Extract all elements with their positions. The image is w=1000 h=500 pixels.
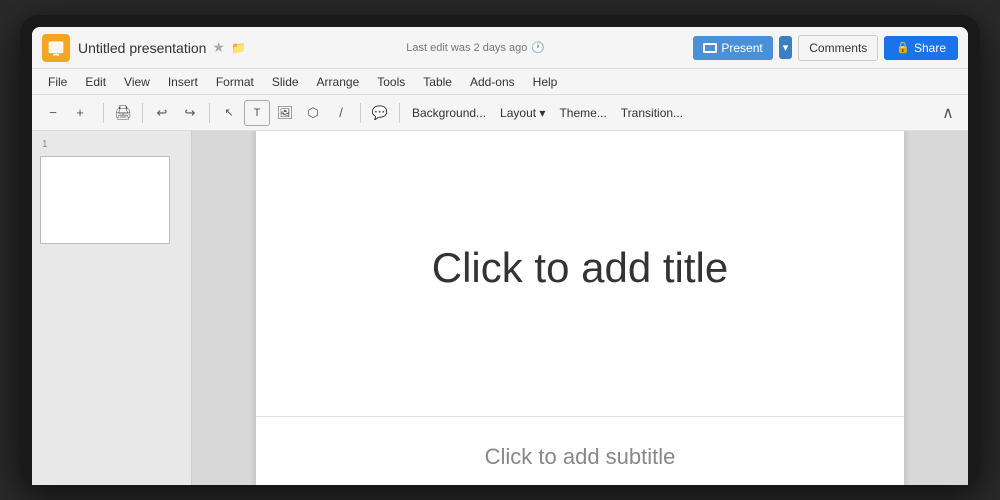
menu-view[interactable]: View: [116, 73, 158, 91]
toolbar-collapse-button[interactable]: ∧: [936, 101, 960, 125]
header-buttons: Present ▾ Comments 🔒 Share: [693, 35, 958, 61]
laptop-frame: Untitled presentation ★ 📁 Last edit was …: [20, 15, 980, 485]
present-button[interactable]: Present: [693, 36, 772, 60]
undo-button[interactable]: ↩: [149, 100, 175, 126]
menu-addons[interactable]: Add-ons: [462, 73, 523, 91]
slide-thumbnail[interactable]: [40, 156, 170, 244]
slide-number: 1: [40, 139, 183, 150]
title-icons: ★ 📁: [212, 39, 246, 56]
menu-slide[interactable]: Slide: [264, 73, 307, 91]
screen: Untitled presentation ★ 📁 Last edit was …: [32, 27, 968, 485]
presentation-title: Untitled presentation: [78, 40, 206, 56]
background-button[interactable]: Background...: [406, 100, 492, 126]
slide-panel: 1: [32, 131, 192, 485]
shape-button[interactable]: ⬡: [300, 100, 326, 126]
zoom-in-button[interactable]: +: [67, 100, 93, 126]
slide-title-area[interactable]: Click to add title: [256, 131, 904, 417]
menu-table[interactable]: Table: [415, 73, 460, 91]
slide-title-placeholder[interactable]: Click to add title: [432, 244, 728, 292]
slide-canvas[interactable]: Click to add title Click to add subtitle: [255, 131, 905, 485]
sep4: [360, 103, 361, 123]
menu-file[interactable]: File: [40, 73, 75, 91]
title-bar: Untitled presentation ★ 📁 Last edit was …: [32, 27, 968, 69]
lock-icon: 🔒: [896, 41, 910, 54]
transition-button[interactable]: Transition...: [615, 100, 689, 126]
select-button[interactable]: ↖: [216, 100, 242, 126]
menu-tools[interactable]: Tools: [369, 73, 413, 91]
toolbar: − + 🖨 ↩ ↪ ↖ T 🖼 ⬡ / 💬 Background... Layo…: [32, 95, 968, 131]
print-button[interactable]: 🖨: [110, 100, 136, 126]
slides-icon: [47, 39, 65, 57]
folder-icon[interactable]: 📁: [231, 41, 246, 55]
present-dropdown-button[interactable]: ▾: [779, 36, 793, 59]
slide-subtitle-placeholder[interactable]: Click to add subtitle: [485, 444, 676, 470]
sep2: [142, 103, 143, 123]
share-button[interactable]: 🔒 Share: [884, 36, 958, 60]
slide-subtitle-area[interactable]: Click to add subtitle: [256, 417, 904, 485]
menu-insert[interactable]: Insert: [160, 73, 206, 91]
last-edit-text: Last edit was 2 days ago 🕐: [406, 41, 545, 54]
textbox-button[interactable]: T: [244, 100, 270, 126]
main-area: 1 ↗ Click to add title Click to add subt…: [32, 131, 968, 485]
sep3: [209, 103, 210, 123]
canvas-area: ↗ Click to add title Click to add subtit…: [192, 131, 968, 485]
image-button[interactable]: 🖼: [272, 100, 298, 126]
app-icon: [42, 34, 70, 62]
comment-button[interactable]: 💬: [367, 100, 393, 126]
zoom-out-button[interactable]: −: [40, 100, 66, 126]
comments-button[interactable]: Comments: [798, 35, 878, 61]
star-icon[interactable]: ★: [212, 39, 225, 56]
menu-arrange[interactable]: Arrange: [309, 73, 368, 91]
present-screen-icon: [703, 43, 717, 53]
line-button[interactable]: /: [328, 100, 354, 126]
menu-help[interactable]: Help: [525, 73, 566, 91]
menu-edit[interactable]: Edit: [77, 73, 114, 91]
zoom-group: − +: [40, 100, 93, 126]
menu-bar: File Edit View Insert Format Slide Arran…: [32, 69, 968, 95]
sep1: [103, 103, 104, 123]
sep5: [399, 103, 400, 123]
clock-icon: 🕐: [531, 41, 545, 54]
theme-button[interactable]: Theme...: [553, 100, 612, 126]
redo-button[interactable]: ↪: [177, 100, 203, 126]
menu-format[interactable]: Format: [208, 73, 262, 91]
layout-button[interactable]: Layout ▾: [494, 100, 551, 126]
